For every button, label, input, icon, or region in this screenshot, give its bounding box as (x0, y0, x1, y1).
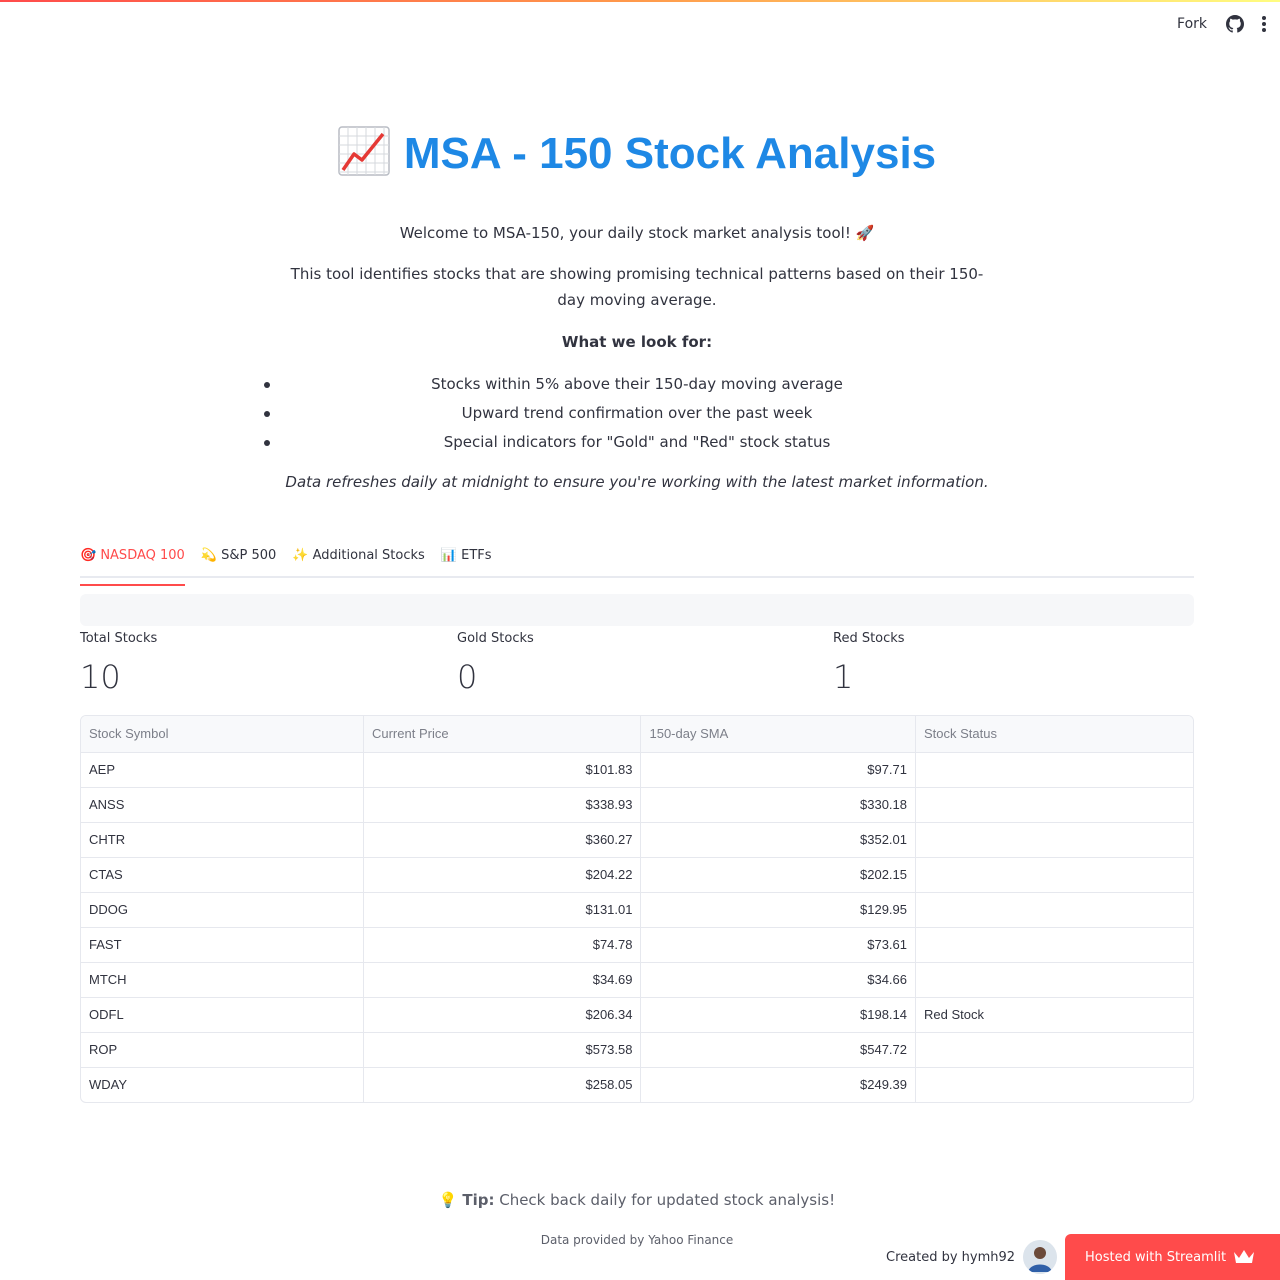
hosted-with-streamlit-badge[interactable]: Hosted with Streamlit (1065, 1234, 1280, 1280)
tab-nasdaq-100[interactable]: 🎯 NASDAQ 100 (80, 544, 185, 586)
cell-sma[interactable]: $352.01 (640, 822, 916, 858)
tip-message: Check back daily for updated stock analy… (494, 1191, 836, 1209)
cell-sma[interactable]: $202.15 (640, 857, 916, 893)
table-row[interactable]: CHTR $360.27 $352.01 (81, 822, 1193, 858)
app-decoration-bar (0, 0, 1280, 2)
column-header-status[interactable]: Stock Status (915, 716, 1193, 753)
table-row[interactable]: CTAS $204.22 $202.15 (81, 857, 1193, 893)
cell-status[interactable] (915, 927, 1193, 963)
metric-red-stocks: Red Stocks 1 (833, 630, 905, 702)
cell-status[interactable] (915, 1032, 1193, 1068)
table-row[interactable]: MTCH $34.69 $34.66 (81, 962, 1193, 998)
table-row[interactable]: ANSS $338.93 $330.18 (81, 787, 1193, 823)
hosted-label: Hosted with Streamlit (1085, 1249, 1227, 1265)
kebab-menu-icon[interactable] (1262, 16, 1266, 32)
table-row[interactable]: DDOG $131.01 $129.95 (81, 892, 1193, 928)
metric-gold-stocks: Gold Stocks 0 (457, 630, 534, 702)
cell-current-price[interactable]: $101.83 (363, 752, 642, 788)
tip-label: Tip: (462, 1191, 495, 1209)
chart-increasing-icon (338, 126, 390, 176)
metric-label: Red Stocks (833, 631, 905, 646)
created-by-badge[interactable]: Created by hymh92 (886, 1240, 1058, 1274)
metric-value: 0 (457, 658, 478, 696)
tab-etfs[interactable]: 📊 ETFs (441, 544, 492, 576)
column-header-symbol[interactable]: Stock Symbol (81, 716, 364, 753)
created-by-text: Created by hymh92 (886, 1249, 1016, 1265)
cell-symbol[interactable]: DDOG (81, 892, 364, 928)
cell-symbol[interactable]: CHTR (81, 822, 364, 858)
refresh-note: Data refreshes daily at midnight to ensu… (285, 473, 989, 491)
cell-current-price[interactable]: $573.58 (363, 1032, 642, 1068)
criteria-heading: What we look for: (561, 333, 713, 351)
tab-additional-stocks[interactable]: ✨ Additional Stocks (292, 544, 424, 576)
cell-symbol[interactable]: MTCH (81, 962, 364, 998)
cell-sma[interactable]: $330.18 (640, 787, 916, 823)
cell-status[interactable] (916, 1067, 1194, 1102)
metric-label: Total Stocks (80, 631, 158, 646)
metric-value: 1 (833, 658, 854, 696)
cell-sma[interactable]: $547.72 (640, 1032, 916, 1068)
avatar[interactable] (1023, 1240, 1058, 1274)
metric-value: 10 (80, 658, 121, 696)
cell-sma[interactable]: $198.14 (640, 997, 916, 1033)
cell-status[interactable]: Red Stock (915, 997, 1193, 1033)
table-row[interactable]: AEP $101.83 $97.71 (81, 752, 1193, 788)
cell-status[interactable] (915, 857, 1193, 893)
cell-symbol[interactable]: AEP (81, 752, 364, 788)
cell-current-price[interactable]: $74.78 (363, 927, 642, 963)
criteria-item: Stocks within 5% above their 150-day mov… (264, 370, 996, 399)
cell-sma[interactable]: $34.66 (640, 962, 916, 998)
cell-status[interactable] (915, 822, 1193, 858)
cell-status[interactable] (915, 892, 1193, 928)
table-header-row: Stock Symbol Current Price 150-day SMA S… (81, 716, 1193, 753)
lightbulb-icon: 💡 (438, 1191, 458, 1209)
page-title-text: MSA - 150 Stock Analysis (403, 129, 937, 178)
cell-sma[interactable]: $73.61 (640, 927, 916, 963)
cell-symbol[interactable]: ODFL (81, 997, 364, 1033)
cell-sma[interactable]: $97.71 (640, 752, 916, 788)
fork-link[interactable]: Fork (1177, 16, 1207, 32)
description-text: This tool identifies stocks that are sho… (290, 265, 984, 309)
page-title: MSA - 150 Stock Analysis (0, 126, 1274, 182)
cell-symbol[interactable]: CTAS (81, 857, 364, 893)
cell-symbol[interactable]: FAST (81, 927, 364, 963)
tab-sp-500[interactable]: 💫 S&P 500 (201, 544, 277, 576)
table-row[interactable]: ODFL $206.34 $198.14 Red Stock (81, 997, 1193, 1033)
github-icon[interactable] (1226, 15, 1244, 33)
welcome-text: Welcome to MSA-150, your daily stock mar… (399, 224, 875, 242)
cell-symbol[interactable]: WDAY (81, 1067, 364, 1102)
cell-sma[interactable]: $129.95 (640, 892, 916, 928)
table-row[interactable]: FAST $74.78 $73.61 (81, 927, 1193, 963)
cell-status[interactable] (915, 962, 1193, 998)
stock-table[interactable]: Stock Symbol Current Price 150-day SMA S… (80, 715, 1194, 1103)
criteria-list: Stocks within 5% above their 150-day mov… (264, 370, 996, 457)
criteria-item: Upward trend confirmation over the past … (264, 399, 996, 428)
metric-total-stocks: Total Stocks 10 (80, 630, 157, 702)
column-header-price[interactable]: Current Price (363, 716, 642, 753)
cell-current-price[interactable]: $206.34 (363, 997, 642, 1033)
table-row[interactable]: ROP $573.58 $547.72 (81, 1032, 1193, 1068)
cell-sma[interactable]: $249.39 (640, 1067, 916, 1102)
table-row[interactable]: WDAY $258.05 $249.39 (81, 1067, 1193, 1102)
column-header-sma[interactable]: 150-day SMA (640, 716, 916, 753)
cell-current-price[interactable]: $360.27 (363, 822, 642, 858)
cell-current-price[interactable]: $34.69 (363, 962, 642, 998)
criteria-item: Special indicators for "Gold" and "Red" … (264, 428, 996, 457)
cell-current-price[interactable]: $338.93 (363, 787, 642, 823)
info-box (80, 594, 1194, 626)
metric-label: Gold Stocks (457, 631, 534, 646)
cell-symbol[interactable]: ROP (81, 1032, 364, 1068)
market-tabs: 🎯 NASDAQ 100 💫 S&P 500 ✨ Additional Stoc… (80, 544, 1194, 586)
cell-current-price[interactable]: $204.22 (363, 857, 642, 893)
cell-status[interactable] (915, 752, 1193, 788)
cell-status[interactable] (915, 787, 1193, 823)
streamlit-crown-icon (1234, 1250, 1254, 1263)
header-toolbar: Fork (1177, 12, 1266, 36)
cell-symbol[interactable]: ANSS (81, 787, 364, 823)
cell-current-price[interactable]: $131.01 (363, 892, 642, 928)
cell-current-price[interactable]: $258.05 (363, 1067, 642, 1102)
tip-text: 💡 Tip: Check back daily for updated stoc… (0, 1188, 1274, 1212)
